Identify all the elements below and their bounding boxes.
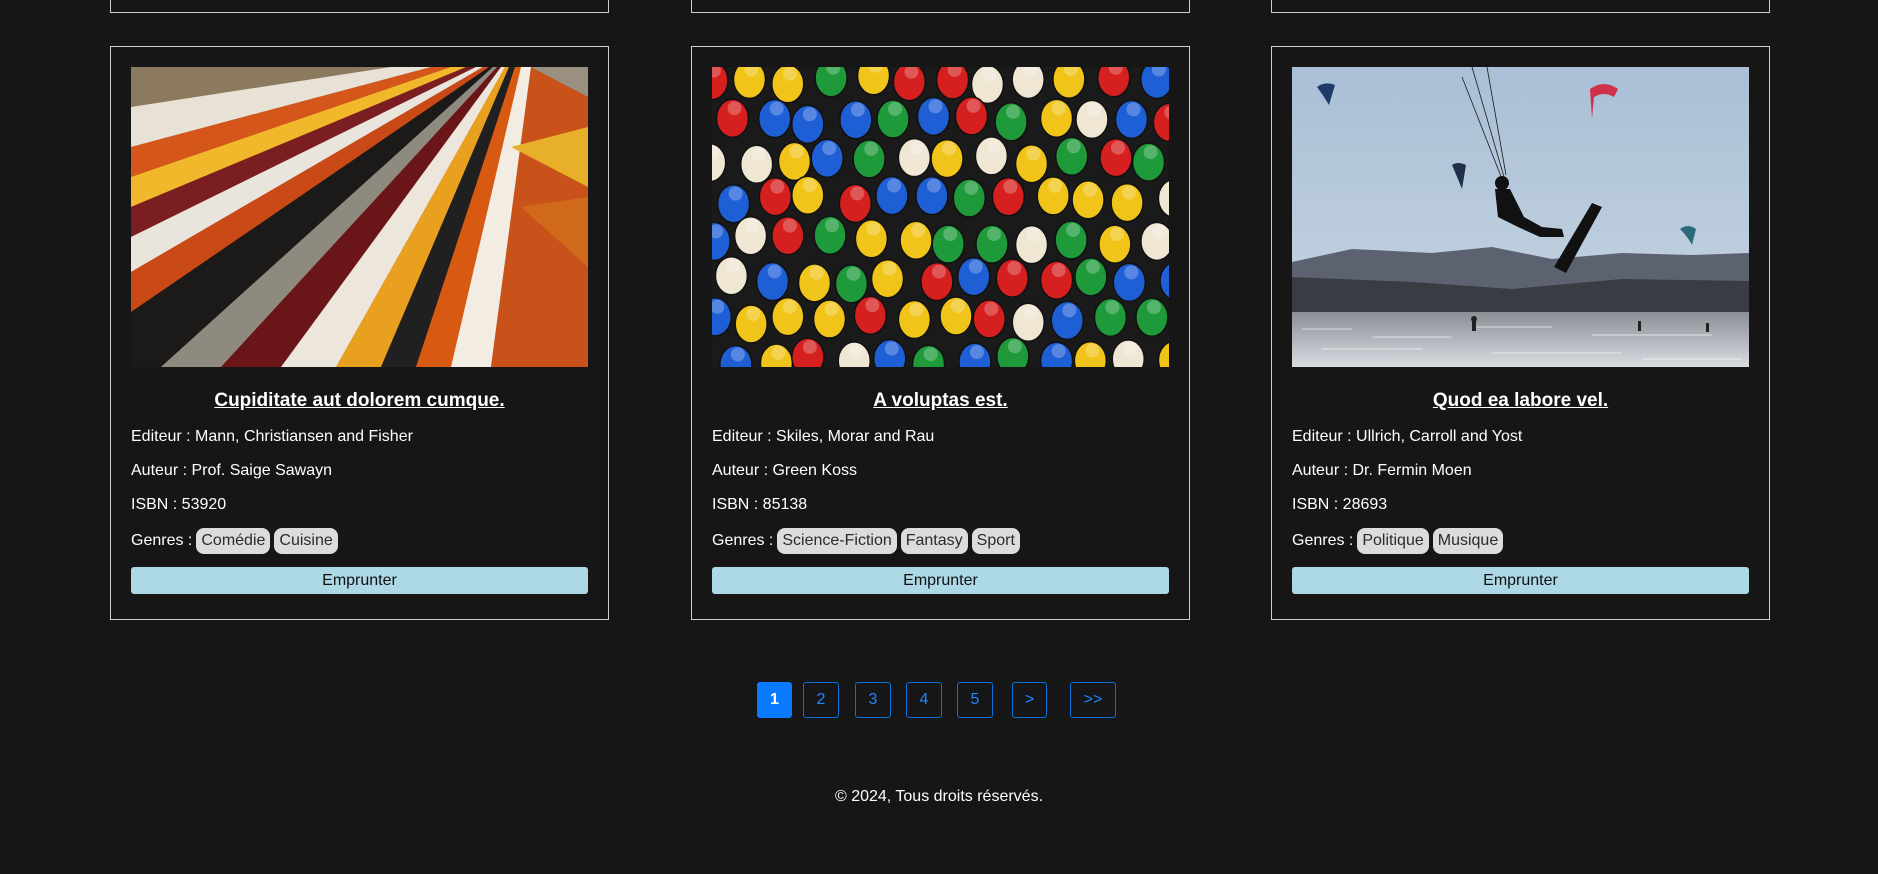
book-genres: Genres : Science-Fiction Fantasy Sport <box>712 527 1169 554</box>
book-author: Auteur : Prof. Saige Sawayn <box>131 462 332 479</box>
genres-label: Genres : <box>1292 531 1354 549</box>
book-cover-image <box>131 67 588 367</box>
page-1-button[interactable]: 1 <box>757 682 792 718</box>
book-genres: Genres : Politique Musique <box>1292 527 1749 554</box>
book-title-link[interactable]: A voluptas est. <box>712 389 1169 413</box>
book-card: Quod ea labore vel. Editeur : Ullrich, C… <box>1271 46 1770 620</box>
book-author: Auteur : Green Koss <box>712 462 857 479</box>
borrow-button[interactable]: Emprunter <box>131 567 588 594</box>
book-isbn: ISBN : 85138 <box>712 496 808 513</box>
page: Cupiditate aut dolorem cumque. Editeur :… <box>0 0 1878 874</box>
book-title-link[interactable]: Quod ea labore vel. <box>1292 389 1749 413</box>
book-publisher: Editeur : Mann, Christiansen and Fisher <box>131 428 413 445</box>
page-4-button[interactable]: 4 <box>906 682 942 718</box>
game-pieces-image <box>712 67 1169 367</box>
page-3-button[interactable]: 3 <box>855 682 891 718</box>
book-genres: Genres : Comédie Cuisine <box>131 527 588 554</box>
book-card: Cupiditate aut dolorem cumque. Editeur :… <box>110 46 609 620</box>
book-isbn: ISBN : 28693 <box>1292 496 1388 513</box>
book-publisher: Editeur : Ullrich, Carroll and Yost <box>1292 428 1523 445</box>
genre-tag[interactable]: Fantasy <box>900 527 968 554</box>
card-above-2 <box>691 0 1190 13</box>
borrow-button[interactable]: Emprunter <box>1292 567 1749 594</box>
spices-image <box>131 67 588 367</box>
genre-tag[interactable]: Musique <box>1432 527 1504 554</box>
page-2-button[interactable]: 2 <box>803 682 839 718</box>
book-cover-image <box>1292 67 1749 367</box>
book-publisher: Editeur : Skiles, Morar and Rau <box>712 428 935 445</box>
borrow-button[interactable]: Emprunter <box>712 567 1169 594</box>
book-title-link[interactable]: Cupiditate aut dolorem cumque. <box>131 389 588 413</box>
book-isbn: ISBN : 53920 <box>131 496 227 513</box>
last-page-button[interactable]: >> <box>1070 682 1116 718</box>
card-above-3 <box>1271 0 1770 13</box>
book-author: Auteur : Dr. Fermin Moen <box>1292 462 1472 479</box>
genres-label: Genres : <box>131 531 193 549</box>
kitesurf-image <box>1292 67 1749 367</box>
genre-tag[interactable]: Sport <box>971 527 1020 554</box>
pagination: 1 2 3 4 5 > >> <box>0 682 1878 718</box>
genre-tag[interactable]: Cuisine <box>274 527 338 554</box>
genre-tag[interactable]: Politique <box>1357 527 1429 554</box>
footer-copyright: © 2024, Tous droits réservés. <box>834 788 1044 805</box>
book-card: A voluptas est. Editeur : Skiles, Morar … <box>691 46 1190 620</box>
book-cover-image <box>712 67 1169 367</box>
page-5-button[interactable]: 5 <box>957 682 993 718</box>
genre-tag[interactable]: Science-Fiction <box>777 527 897 554</box>
genre-tag[interactable]: Comédie <box>196 527 271 554</box>
next-page-button[interactable]: > <box>1012 682 1047 718</box>
genres-label: Genres : <box>712 531 774 549</box>
card-above-1 <box>110 0 609 13</box>
